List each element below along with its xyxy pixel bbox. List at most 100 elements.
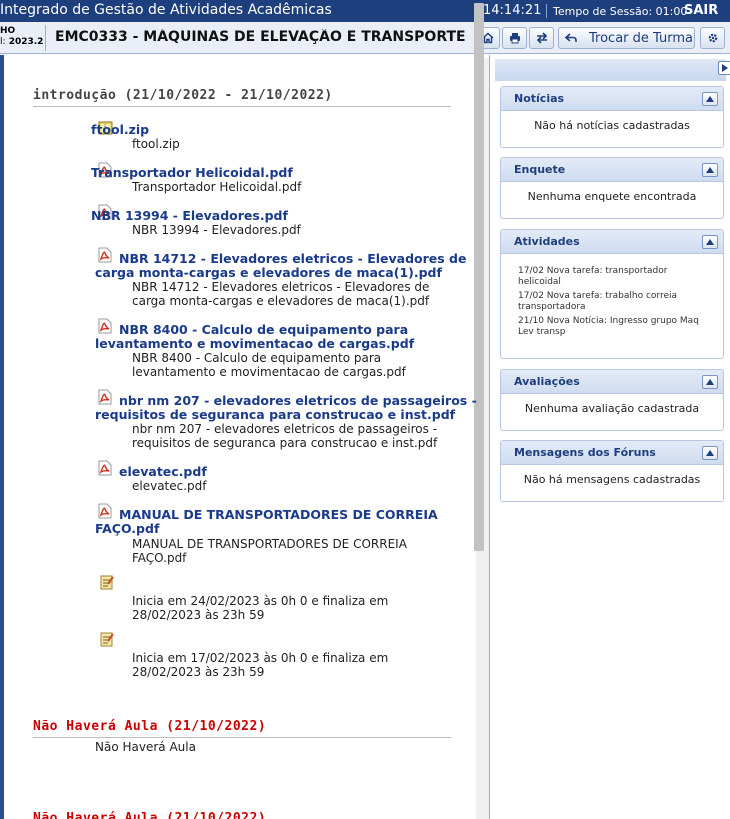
file-link-nbr-8400-cont[interactable]: levantamento e movimentacao de cargas.pd… <box>95 337 414 351</box>
collapse-button[interactable] <box>702 163 718 177</box>
swap-arrows-icon <box>536 32 547 44</box>
poll-panel: Enquete Nenhuma enquete encontrada <box>500 157 724 219</box>
file-link-nbr-14712-cont[interactable]: carga monta-cargas e elevadores de maca(… <box>95 266 442 280</box>
activities-list: 17/02 Nova tarefa: transportador helicoi… <box>501 254 723 338</box>
task-schedule: Inicia em 24/02/2023 às 0h 0 e finaliza … <box>132 594 389 608</box>
file-link-nbr-nm-207[interactable]: nbr nm 207 - elevadores eletricos de pas… <box>119 394 477 408</box>
panel-title: Enquete <box>514 163 566 176</box>
task-schedule-cont: 28/02/2023 às 23h 59 <box>132 665 265 679</box>
file-link-elevatec[interactable]: elevatec.pdf <box>119 465 207 479</box>
news-panel: Notícias Não há notícias cadastradas <box>500 86 724 148</box>
file-link-manual-transportadores[interactable]: MANUAL DE TRANSPORTADORES DE CORREIA <box>119 508 438 522</box>
expand-sidebar-button[interactable] <box>718 61 730 75</box>
user-info: HO l: 2023.2 <box>0 26 43 48</box>
back-arrow-icon <box>565 33 577 42</box>
panel-header: Avaliações <box>501 370 723 394</box>
activity-text-cont: transportadora <box>518 302 586 312</box>
panel-title: Atividades <box>514 235 580 248</box>
topic-title: Não Haverá Aula (21/10/2022) <box>33 811 267 819</box>
file-description: elevatec.pdf <box>132 479 207 493</box>
change-class-label: Trocar de Turma <box>589 30 693 46</box>
print-button[interactable] <box>502 27 527 49</box>
file-link-nbr-14712[interactable]: NBR 14712 - Elevadores eletricos - Eleva… <box>119 252 466 266</box>
divider <box>489 55 490 819</box>
panel-empty-text: Não há notícias cadastradas <box>534 119 690 132</box>
collapse-button[interactable] <box>702 375 718 389</box>
pdf-file-icon <box>98 389 112 405</box>
panel-empty-text: Nenhuma avaliação cadastrada <box>524 402 700 415</box>
activity-text: 17/02 Nova tarefa: transportador <box>518 266 668 276</box>
activity-item[interactable]: 17/02 Nova tarefa: transportador helicoi… <box>518 266 715 288</box>
class-header: HO l: 2023.2 EMC0333 - MÁQUINAS DE ELEVA… <box>0 22 730 54</box>
gear-icon <box>708 33 717 43</box>
activities-panel: Atividades 17/02 Nova tarefa: transporta… <box>500 229 724 359</box>
file-description: NBR 14712 - Elevadores eletricos - Eleva… <box>132 280 430 294</box>
pdf-file-icon <box>98 318 112 334</box>
topic-divider <box>33 106 451 107</box>
file-description-cont: FAÇO.pdf <box>132 551 187 565</box>
panel-title: Notícias <box>514 92 565 105</box>
logout-link[interactable]: SAIR <box>684 3 718 18</box>
top-bar: Integrado de Gestão de Atividades Acadêm… <box>0 0 730 22</box>
pdf-file-icon <box>98 503 112 519</box>
activity-text-cont: Lev transp <box>518 327 566 337</box>
triangle-up-icon <box>706 96 714 102</box>
pdf-file-icon <box>98 247 112 263</box>
change-class-button[interactable]: Trocar de Turma <box>558 27 695 49</box>
panel-title: Avaliações <box>514 375 580 388</box>
panel-header: Atividades <box>501 230 723 254</box>
file-link-nbr-nm-207-cont[interactable]: requisitos de seguranca para construcao … <box>95 408 455 422</box>
topic-title: Não Haverá Aula (21/10/2022) <box>33 719 267 734</box>
file-description: nbr nm 207 - elevadores eletricos de pas… <box>132 422 438 436</box>
activity-item[interactable]: 17/02 Nova tarefa: trabalho correia tran… <box>518 291 715 313</box>
topic-title: introdução (21/10/2022 - 21/10/2022) <box>33 88 333 103</box>
file-description: ftool.zip <box>132 137 180 151</box>
activity-text: 21/10 Nova Notícia: Ingresso grupo Maq <box>518 316 699 326</box>
file-description: MANUAL DE TRANSPORTADORES DE CORREIA <box>132 537 407 551</box>
panel-empty-text: Não há mensagens cadastradas <box>523 473 701 486</box>
swap-button[interactable] <box>529 27 554 49</box>
semester-label: l: <box>0 37 6 47</box>
task-icon[interactable] <box>99 574 115 590</box>
panel-header: Enquete <box>501 158 723 182</box>
file-description: Transportador Helicoidal.pdf <box>132 180 302 194</box>
activity-text: 17/02 Nova tarefa: trabalho correia <box>518 291 677 301</box>
clock: 14:14:21 <box>483 3 542 18</box>
topic-content: Não Haverá Aula <box>95 740 196 754</box>
forum-panel: Mensagens dos Fóruns Não há mensagens ca… <box>500 440 724 502</box>
file-link-ftool[interactable]: ftool.zip <box>91 123 149 137</box>
collapse-button[interactable] <box>702 235 718 249</box>
task-schedule: Inicia em 17/02/2023 às 0h 0 e finaliza … <box>132 651 389 665</box>
semester-info: l: 2023.2 <box>0 37 43 48</box>
collapse-button[interactable] <box>702 92 718 106</box>
file-description: NBR 13994 - Elevadores.pdf <box>132 223 301 237</box>
file-description-cont: carga monta-cargas e elevadores de maca(… <box>132 294 430 308</box>
task-schedule-cont: 28/02/2023 às 23h 59 <box>132 608 265 622</box>
panel-header: Mensagens dos Fóruns <box>501 441 723 465</box>
collapse-button[interactable] <box>702 446 718 460</box>
printer-icon <box>509 33 520 44</box>
activity-item[interactable]: 21/10 Nova Notícia: Ingresso grupo Maq L… <box>518 316 715 338</box>
course-title: EMC0333 - MÁQUINAS DE ELEVAÇÃO E TRANSPO… <box>55 29 470 45</box>
triangle-up-icon <box>706 379 714 385</box>
triangle-up-icon <box>706 450 714 456</box>
file-description-cont: levantamento e movimentacao de cargas.pd… <box>132 365 406 379</box>
settings-button[interactable] <box>700 27 725 49</box>
semester-value: 2023.2 <box>8 37 44 47</box>
triangle-up-icon <box>706 167 714 173</box>
activity-text-cont: helicoidal <box>518 277 561 287</box>
file-link-transportador-helicoidal[interactable]: Transportador Helicoidal.pdf <box>91 166 293 180</box>
triangle-right-icon <box>722 64 728 72</box>
sidebar-header <box>495 59 726 81</box>
pdf-file-icon <box>98 460 112 476</box>
panel-header: Notícias <box>501 87 723 111</box>
file-link-nbr-8400[interactable]: NBR 8400 - Calculo de equipamento para <box>119 323 408 337</box>
panel-empty-text: Nenhuma enquete encontrada <box>527 190 697 203</box>
session-timer: Tempo de Sessão: 01:00 <box>553 5 688 18</box>
divider <box>45 25 46 51</box>
file-link-nbr-13994[interactable]: NBR 13994 - Elevadores.pdf <box>91 209 288 223</box>
file-link-manual-transportadores-cont[interactable]: FAÇO.pdf <box>95 522 159 536</box>
task-icon[interactable] <box>99 631 115 647</box>
scrollbar-thumb[interactable] <box>474 3 484 551</box>
user-name-fragment: HO <box>0 26 16 36</box>
